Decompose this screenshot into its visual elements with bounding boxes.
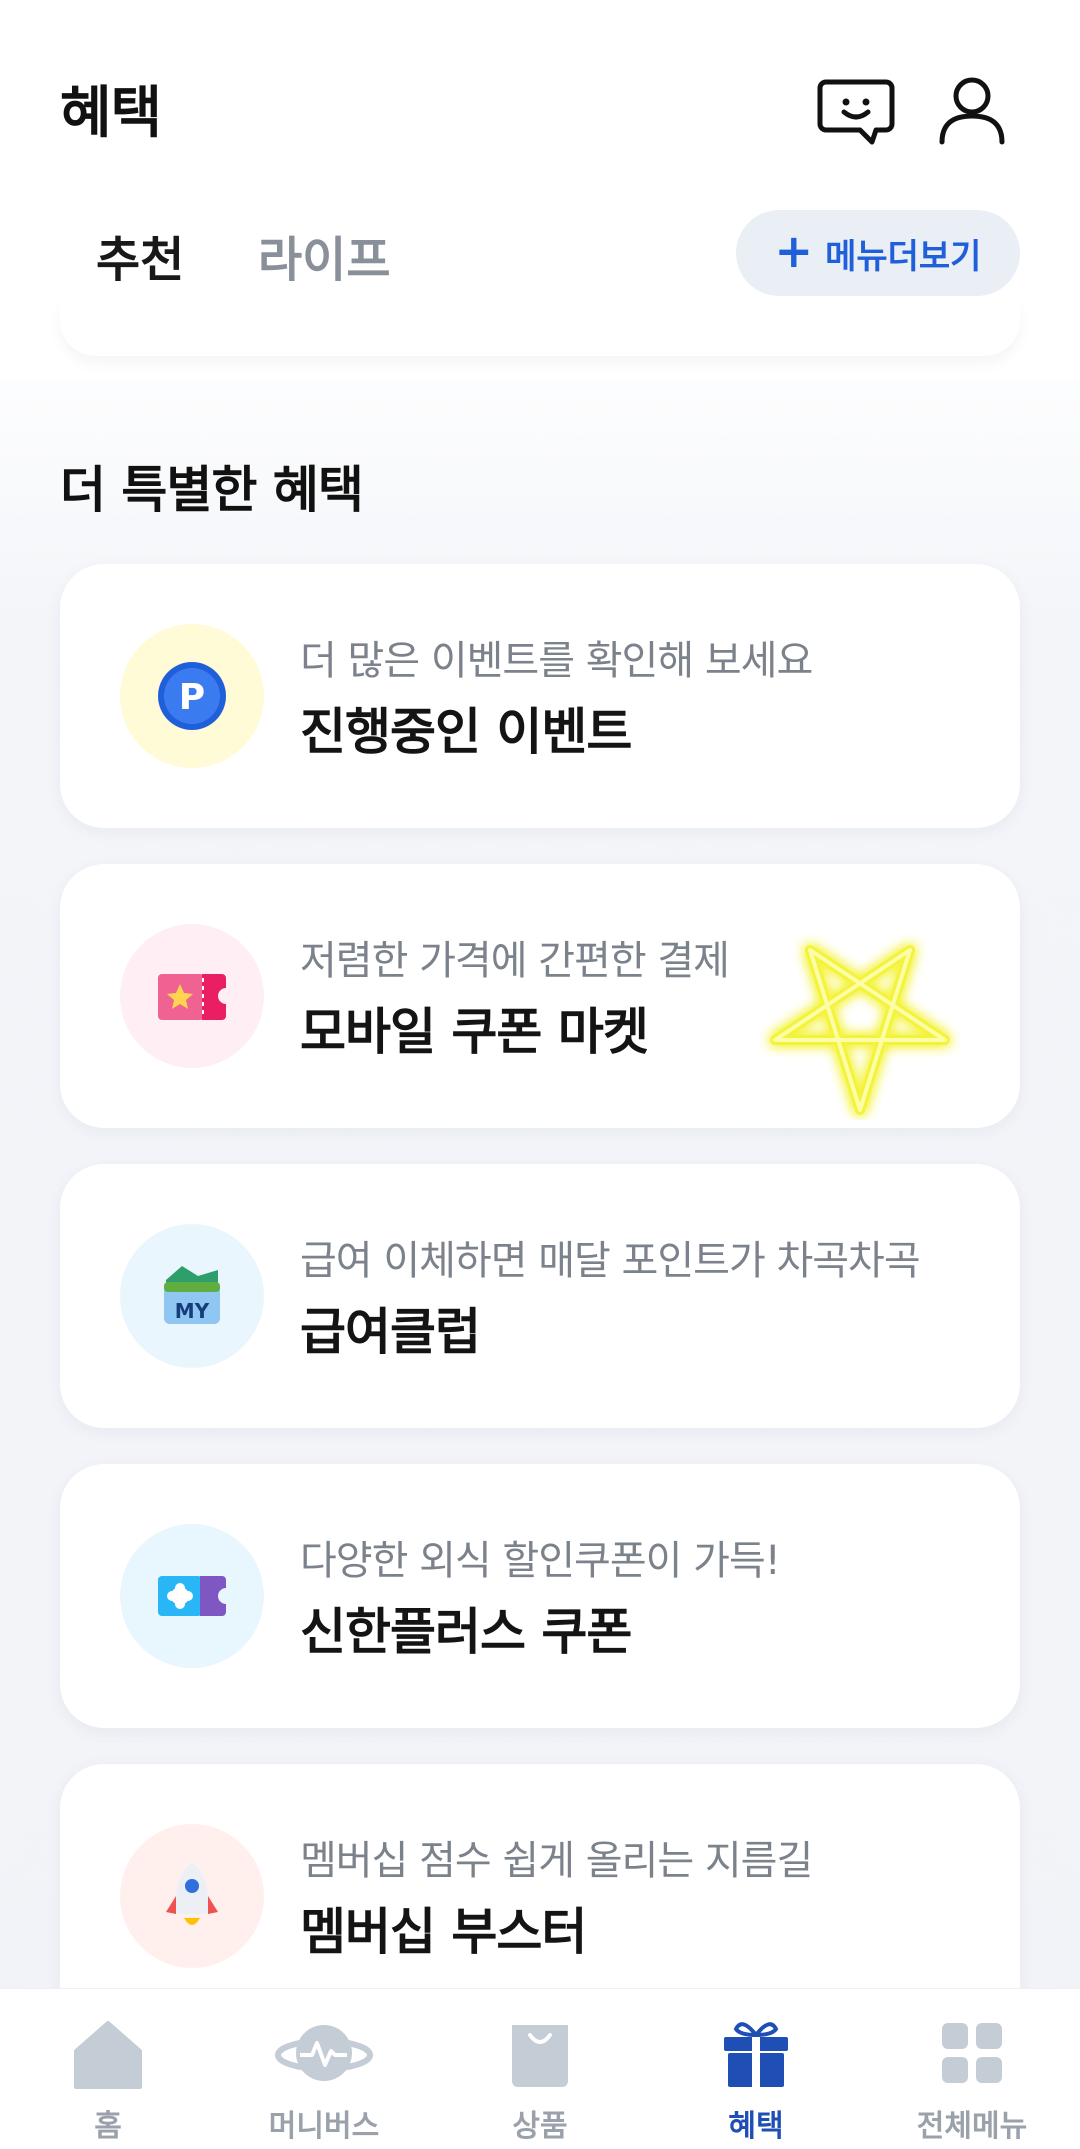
- card-subtitle: 멤버십 점수 쉽게 올리는 지름길: [300, 1838, 813, 1884]
- rocket-icon: [120, 1824, 264, 1968]
- more-menu-button[interactable]: + 메뉴더보기: [736, 210, 1020, 296]
- card-shinhan-plus-coupon[interactable]: 다양한 외식 할인쿠폰이 가득! 신한플러스 쿠폰: [60, 1464, 1020, 1728]
- card-subtitle: 다양한 외식 할인쿠폰이 가득!: [300, 1538, 781, 1584]
- nav-products[interactable]: 상품: [432, 1989, 648, 2149]
- card-title: 진행중인 이벤트: [300, 703, 632, 761]
- planet-icon: [274, 2013, 374, 2093]
- coupon-icon: [120, 1524, 264, 1668]
- chat-bubble-icon[interactable]: [816, 70, 896, 150]
- card-subtitle: 더 많은 이벤트를 확인해 보세요: [300, 638, 813, 684]
- tab-life[interactable]: 라이프: [258, 220, 390, 290]
- card-title: 신한플러스 쿠폰: [300, 1603, 632, 1661]
- point-coin-icon: P: [120, 624, 264, 768]
- svg-text:MY: MY: [175, 1299, 210, 1323]
- gift-icon: [716, 2013, 796, 2093]
- nav-all-menu[interactable]: 전체메뉴: [864, 1989, 1080, 2149]
- nav-label: 홈: [94, 2109, 122, 2144]
- nav-benefits[interactable]: 혜택: [648, 1989, 864, 2149]
- nav-home[interactable]: 홈: [0, 1989, 216, 2149]
- nav-label: 전체메뉴: [916, 2109, 1028, 2144]
- svg-text:P: P: [179, 677, 205, 718]
- glowing-star-icon: [760, 930, 960, 1120]
- card-title: 급여클럽: [300, 1303, 481, 1361]
- tab-recommend[interactable]: 추천: [96, 220, 184, 290]
- card-events[interactable]: P 더 많은 이벤트를 확인해 보세요 진행중인 이벤트: [60, 564, 1020, 828]
- card-subtitle: 급여 이체하면 매달 포인트가 차곡차곡: [300, 1238, 921, 1284]
- grid-menu-icon: [932, 2013, 1012, 2093]
- profile-icon[interactable]: [932, 70, 1012, 150]
- home-icon: [68, 2013, 148, 2093]
- card-salary-club[interactable]: MY 급여 이체하면 매달 포인트가 차곡차곡 급여클럽: [60, 1164, 1020, 1428]
- card-title: 멤버십 부스터: [300, 1903, 587, 1961]
- nav-label: 상품: [512, 2109, 568, 2144]
- bottom-nav: 홈 머니버스 상품 혜택 전체메뉴: [0, 1988, 1080, 2149]
- more-menu-label: 메뉴더보기: [825, 236, 982, 277]
- nav-label: 혜택: [728, 2109, 784, 2144]
- shopping-bag-icon: [500, 2013, 580, 2093]
- collapsed-card-edge: [60, 300, 1020, 356]
- nav-moneyverse[interactable]: 머니버스: [216, 1989, 432, 2149]
- ticket-icon: [120, 924, 264, 1068]
- page-title: 혜택: [60, 81, 162, 146]
- my-wallet-icon: MY: [120, 1224, 264, 1368]
- card-title: 모바일 쿠폰 마켓: [300, 1003, 649, 1061]
- card-subtitle: 저렴한 가격에 간편한 결제: [300, 938, 730, 984]
- nav-label: 머니버스: [268, 2109, 380, 2144]
- plus-icon: +: [774, 224, 814, 278]
- section-title: 더 특별한 혜택: [60, 461, 364, 519]
